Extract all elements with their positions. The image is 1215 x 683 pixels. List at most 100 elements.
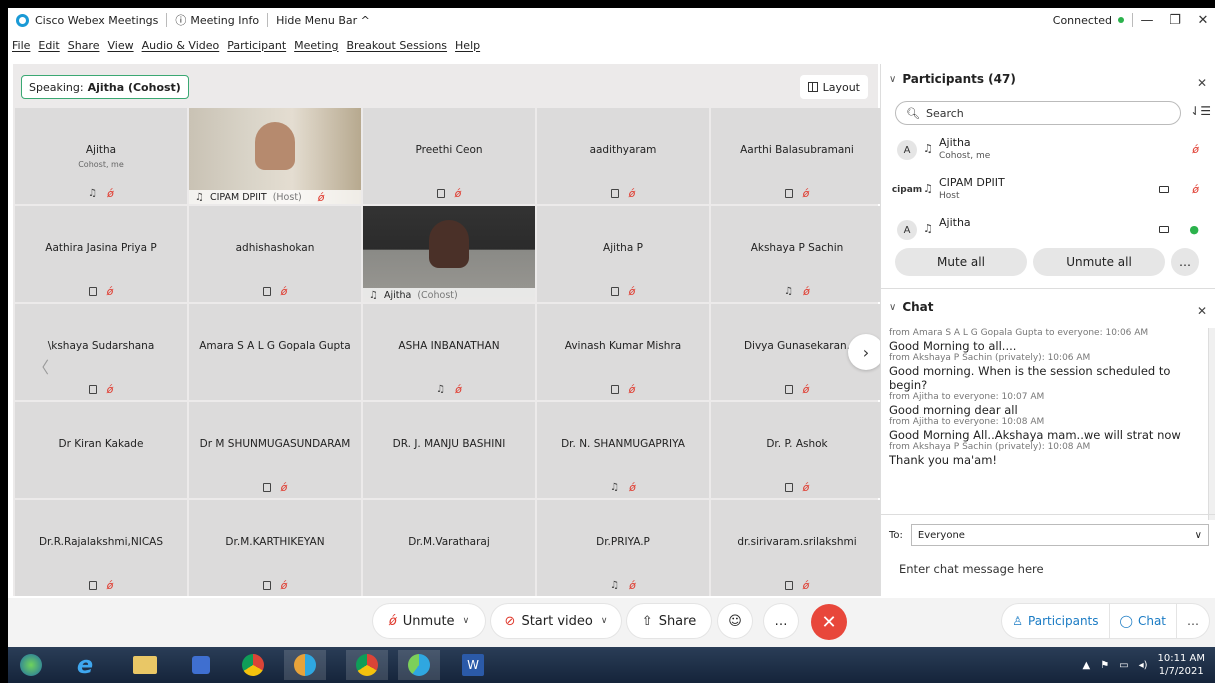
menu-edit[interactable]: Edit [38, 39, 59, 52]
clock-date: 1/7/2021 [1158, 666, 1204, 677]
participant-row[interactable]: A ♫ Ajitha Cohost, me ǿ [889, 132, 1209, 172]
participant-tile[interactable]: Dr M SHUNMUGASUNDARAM ǿ [189, 402, 361, 498]
meeting-info-button[interactable]: ⓘ Meeting Info [167, 12, 267, 28]
participant-tile[interactable]: Dr.M.KARTHIKEYAN ǿ [189, 500, 361, 596]
previous-page-icon[interactable]: 〈 [33, 354, 49, 378]
participant-row[interactable]: cipam ♫ CIPAM DPIIT Host ǿ [889, 172, 1209, 212]
chat-message-input[interactable]: Enter chat message here [899, 562, 1044, 576]
chat-scrollbar[interactable] [1208, 328, 1215, 520]
participant-tile[interactable]: adhishashokan ǿ [189, 206, 361, 302]
layout-button[interactable]: Layout [799, 75, 868, 99]
internet-explorer-icon[interactable]: e [64, 650, 106, 680]
close-window-button[interactable]: ✕ [1189, 13, 1215, 28]
start-video-label: Start video [521, 613, 593, 629]
participant-tile[interactable]: Avinash Kumar Mishra ǿ [537, 304, 709, 400]
participant-tile[interactable]: DR. J. MANJU BASHINI [363, 402, 535, 498]
sort-icon[interactable]: ⇃☰ [1190, 104, 1211, 118]
muted-mic-icon: ǿ [454, 187, 462, 200]
flag-icon[interactable]: ⚑ [1100, 660, 1109, 671]
participants-button-label: Participants [1028, 614, 1099, 628]
more-options-button[interactable]: … [1171, 248, 1199, 276]
headset-icon: ♫ [923, 222, 933, 235]
participant-tile[interactable]: Dr.PRIYA.P ♫ ǿ [537, 500, 709, 596]
hide-menu-button[interactable]: Hide Menu Bar ^ [268, 12, 378, 28]
close-chat-icon[interactable]: ✕ [1197, 304, 1207, 318]
minimize-button[interactable]: — [1133, 13, 1161, 28]
participant-tile[interactable]: Dr.R.Rajalakshmi,NICAS ǿ [15, 500, 187, 596]
participant-tile[interactable]: ♫ CIPAM DPIIT (Host) ǿ [189, 108, 361, 204]
participant-tile[interactable]: ♫ Ajitha (Cohost) [363, 206, 535, 302]
next-page-button[interactable]: › [848, 334, 884, 370]
muted-mic-icon: ǿ [628, 187, 636, 200]
muted-mic-icon[interactable]: ǿ [1192, 143, 1199, 156]
participant-tile[interactable]: aadithyaram ǿ [537, 108, 709, 204]
network-icon[interactable]: ▭ [1119, 660, 1128, 671]
status-icons: ǿ [15, 286, 187, 297]
menu-audio-video[interactable]: Audio & Video [142, 39, 220, 52]
close-participants-icon[interactable]: ✕ [1197, 76, 1207, 90]
status-icons: ♫ ǿ [363, 384, 535, 395]
participant-row[interactable]: A ♫ Ajitha ● [889, 212, 1209, 252]
clock[interactable]: 10:11 AM 1/7/2021 [1158, 652, 1205, 678]
share-button[interactable]: ⇧ Share [627, 604, 711, 638]
participant-name: adhishashokan [235, 242, 315, 254]
participant-name: Ajitha [85, 144, 117, 156]
menu-share[interactable]: Share [68, 39, 100, 52]
menu-breakout-sessions[interactable]: Breakout Sessions [347, 39, 448, 52]
tray-expand-icon[interactable]: ▲ [1082, 660, 1090, 671]
reactions-button[interactable]: ☺ [718, 604, 752, 638]
mute-all-button[interactable]: Mute all [895, 248, 1027, 276]
participant-name: Akshaya P Sachin [750, 242, 844, 254]
webex-taskbar-icon[interactable] [398, 650, 440, 680]
participant-tile[interactable]: Dr. N. SHANMUGAPRIYA ♫ ǿ [537, 402, 709, 498]
muted-mic-icon[interactable]: ǿ [1192, 183, 1199, 196]
chat-message-text: Good Morning All..Akshaya mam..we will s… [889, 428, 1181, 442]
word-icon[interactable]: W [452, 650, 494, 680]
chat-panel-button[interactable]: ◯ Chat [1110, 604, 1177, 638]
media-player-icon[interactable] [180, 650, 222, 680]
taskbar: e W ▲ ⚑ ▭ ◂) 10:11 AM 1/7/2021 [8, 647, 1215, 683]
participant-tile[interactable]: Aathira Jasina Priya P ǿ [15, 206, 187, 302]
participant-tile[interactable]: Ajitha Cohost, me ♫ ǿ [15, 108, 187, 204]
participant-tile[interactable]: dr.sirivaram.srilakshmi ǿ [711, 500, 883, 596]
file-explorer-icon[interactable] [124, 650, 166, 680]
menu-meeting[interactable]: Meeting [294, 39, 338, 52]
unmute-button[interactable]: ǿ Unmute ∨ [373, 604, 485, 638]
participant-tile[interactable]: Dr. P. Ashok ǿ [711, 402, 883, 498]
chrome-icon[interactable] [346, 650, 388, 680]
participants-panel-button[interactable]: ♙ Participants [1002, 604, 1110, 638]
connection-status-label: Connected [1052, 13, 1112, 27]
chat-recipient-select[interactable]: Everyone ∨ [910, 524, 1209, 546]
start-button[interactable] [10, 650, 52, 680]
restore-button[interactable]: ❐ [1161, 13, 1189, 28]
unmute-all-button[interactable]: Unmute all [1033, 248, 1165, 276]
volume-icon[interactable]: ◂) [1139, 660, 1148, 671]
participant-tile[interactable]: Dr.M.Varatharaj [363, 500, 535, 596]
participant-name: Avinash Kumar Mishra [564, 340, 682, 352]
participant-tile[interactable]: ASHA INBANATHAN ♫ ǿ [363, 304, 535, 400]
start-video-button[interactable]: ⊘ Start video ∨ [491, 604, 621, 638]
menu-view[interactable]: View [107, 39, 133, 52]
menu-help[interactable]: Help [455, 39, 480, 52]
participants-header[interactable]: ∨ Participants (47) [889, 72, 1016, 86]
participant-tile[interactable]: Amara S A L G Gopala Gupta [189, 304, 361, 400]
participant-tile[interactable]: Preethi Ceon ǿ [363, 108, 535, 204]
menu-participant[interactable]: Participant [227, 39, 286, 52]
more-options-button[interactable]: … [764, 604, 798, 638]
participant-search-input[interactable]: 🔍︎ Search [895, 101, 1181, 125]
video-name-label: ♫ Ajitha (Cohost) [363, 288, 535, 302]
chat-messages: from Amara S A L G Gopala Gupta to every… [889, 328, 1207, 508]
participant-tile[interactable]: Akshaya P Sachin ♫ ǿ [711, 206, 883, 302]
participant-tile[interactable]: Dr Kiran Kakade [15, 402, 187, 498]
menu-file[interactable]: File [12, 39, 30, 52]
chrome-icon[interactable] [232, 650, 274, 680]
webex-taskbar-icon[interactable] [284, 650, 326, 680]
participant-tile[interactable]: Ajitha P ǿ [537, 206, 709, 302]
participant-tile[interactable]: \kshaya Sudarshana ǿ [15, 304, 187, 400]
system-tray: ▲ ⚑ ▭ ◂) 10:11 AM 1/7/2021 [1082, 647, 1205, 683]
leave-meeting-button[interactable]: ✕ [811, 604, 847, 640]
panel-more-button[interactable]: … [1177, 604, 1209, 638]
participant-tile[interactable]: Aarthi Balasubramani ǿ [711, 108, 883, 204]
mic-on-icon[interactable]: ● [1189, 223, 1199, 236]
chat-header[interactable]: ∨ Chat [889, 300, 934, 314]
